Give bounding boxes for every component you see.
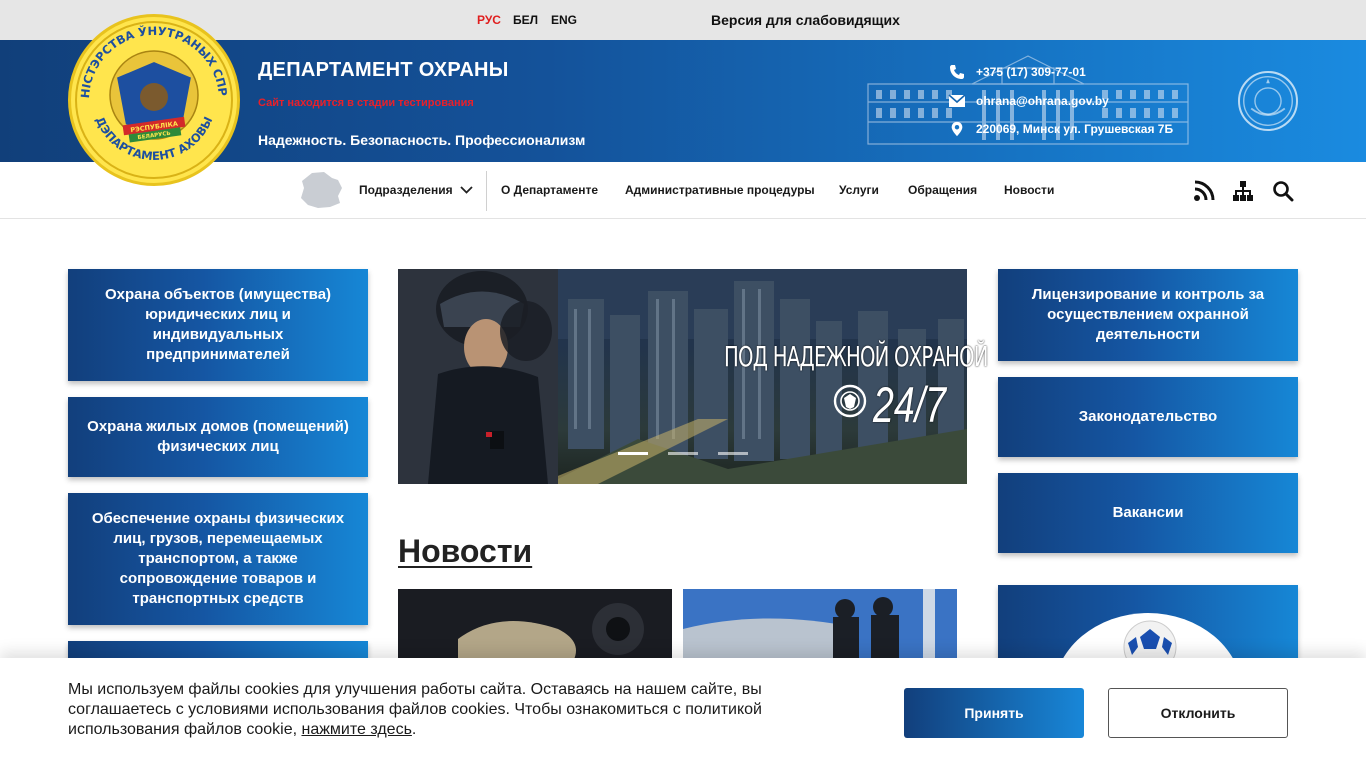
left-menu-individuals-cargo[interactable]: Обеспечение охраны физических лиц, грузо…: [68, 493, 368, 625]
lang-be-link[interactable]: БЕЛ: [513, 13, 538, 27]
nav-about[interactable]: О Департаменте: [501, 183, 598, 197]
emblem-ring: МІНІСТЭРСТВА ЎНУТРАНЫХ СПРАЎ ДЭПАРТАМЕНТ…: [71, 17, 233, 179]
testing-notice: Сайт находится в стадии тестирования: [258, 97, 474, 109]
cookie-policy-link[interactable]: нажмите здесь: [301, 721, 411, 738]
nav-appeals[interactable]: Обращения: [908, 183, 977, 197]
news-image-2: [683, 589, 957, 669]
cookie-text-end: .: [411, 721, 417, 738]
lang-ru-link[interactable]: РУС: [477, 13, 501, 27]
slider-caption-big: 24/7: [873, 377, 946, 433]
news-heading[interactable]: Новости: [398, 533, 532, 570]
nav-services[interactable]: Услуги: [839, 183, 879, 197]
slogan: Надежность. Безопасность. Профессионализ…: [258, 132, 586, 148]
news-card-2[interactable]: [683, 589, 957, 669]
chevron-down-icon[interactable]: [460, 185, 473, 195]
slider-dot-2[interactable]: [668, 452, 698, 455]
state-emblem-icon: [1238, 71, 1298, 131]
belarus-map-icon: [301, 172, 342, 208]
location-pin-icon: [951, 121, 963, 137]
nav-divider: [486, 171, 487, 211]
department-title: ДЕПАРТАМЕНТ ОХРАНЫ: [258, 59, 509, 81]
nav-admin-procedures[interactable]: Административные процедуры: [625, 183, 815, 197]
slider-caption: ПОД НАДЕЖНОЙ ОХРАНОЙ: [724, 340, 988, 373]
cookie-decline-button[interactable]: Отклонить: [1108, 688, 1288, 738]
right-menu-vacancies[interactable]: Вакансии: [998, 473, 1298, 553]
phone-icon: [950, 65, 964, 79]
right-menu-licensing[interactable]: Лицензирование и контроль за осуществлен…: [998, 269, 1298, 361]
search-icon[interactable]: [1272, 180, 1294, 202]
contact-address: 220069, Минск ул. Грушевская 7Б: [948, 121, 1173, 137]
cookie-message: Мы используем файлы cookies для улучшени…: [68, 680, 788, 740]
lang-en-link[interactable]: ENG: [551, 13, 577, 27]
sitemap-icon[interactable]: [1232, 180, 1254, 202]
shield-emblem-icon: [833, 384, 867, 418]
left-menu-legal-entities[interactable]: Охрана объектов (имущества) юридических …: [68, 269, 368, 381]
news-card-1[interactable]: [398, 589, 672, 669]
news-image-1: [398, 589, 672, 669]
left-menu-residential[interactable]: Охрана жилых домов (помещений) физически…: [68, 397, 368, 477]
phone-number: +375 (17) 309-77-01: [976, 65, 1086, 79]
cookie-banner: Мы используем файлы cookies для улучшени…: [0, 658, 1366, 768]
rss-icon[interactable]: [1193, 180, 1215, 202]
nav-news[interactable]: Новости: [1004, 183, 1054, 197]
contact-phone[interactable]: +375 (17) 309-77-01: [948, 64, 1086, 80]
email-address: ohrana@ohrana.gov.by: [976, 94, 1109, 108]
cookie-accept-button[interactable]: Принять: [904, 688, 1084, 738]
contact-email[interactable]: ohrana@ohrana.gov.by: [948, 93, 1109, 109]
low-vision-link[interactable]: Версия для слабовидящих: [711, 12, 900, 28]
slider-dot-3[interactable]: [718, 452, 748, 455]
right-menu-legislation[interactable]: Законодательство: [998, 377, 1298, 457]
nav-subdivisions[interactable]: Подразделения: [359, 183, 453, 197]
department-emblem-logo[interactable]: МІНІСТЭРСТВА ЎНУТРАНЫХ СПРАЎ ДЭПАРТАМЕНТ…: [68, 14, 240, 186]
mail-icon: [948, 94, 966, 107]
slider-dot-1[interactable]: [618, 452, 648, 455]
address-text: 220069, Минск ул. Грушевская 7Б: [976, 122, 1174, 136]
